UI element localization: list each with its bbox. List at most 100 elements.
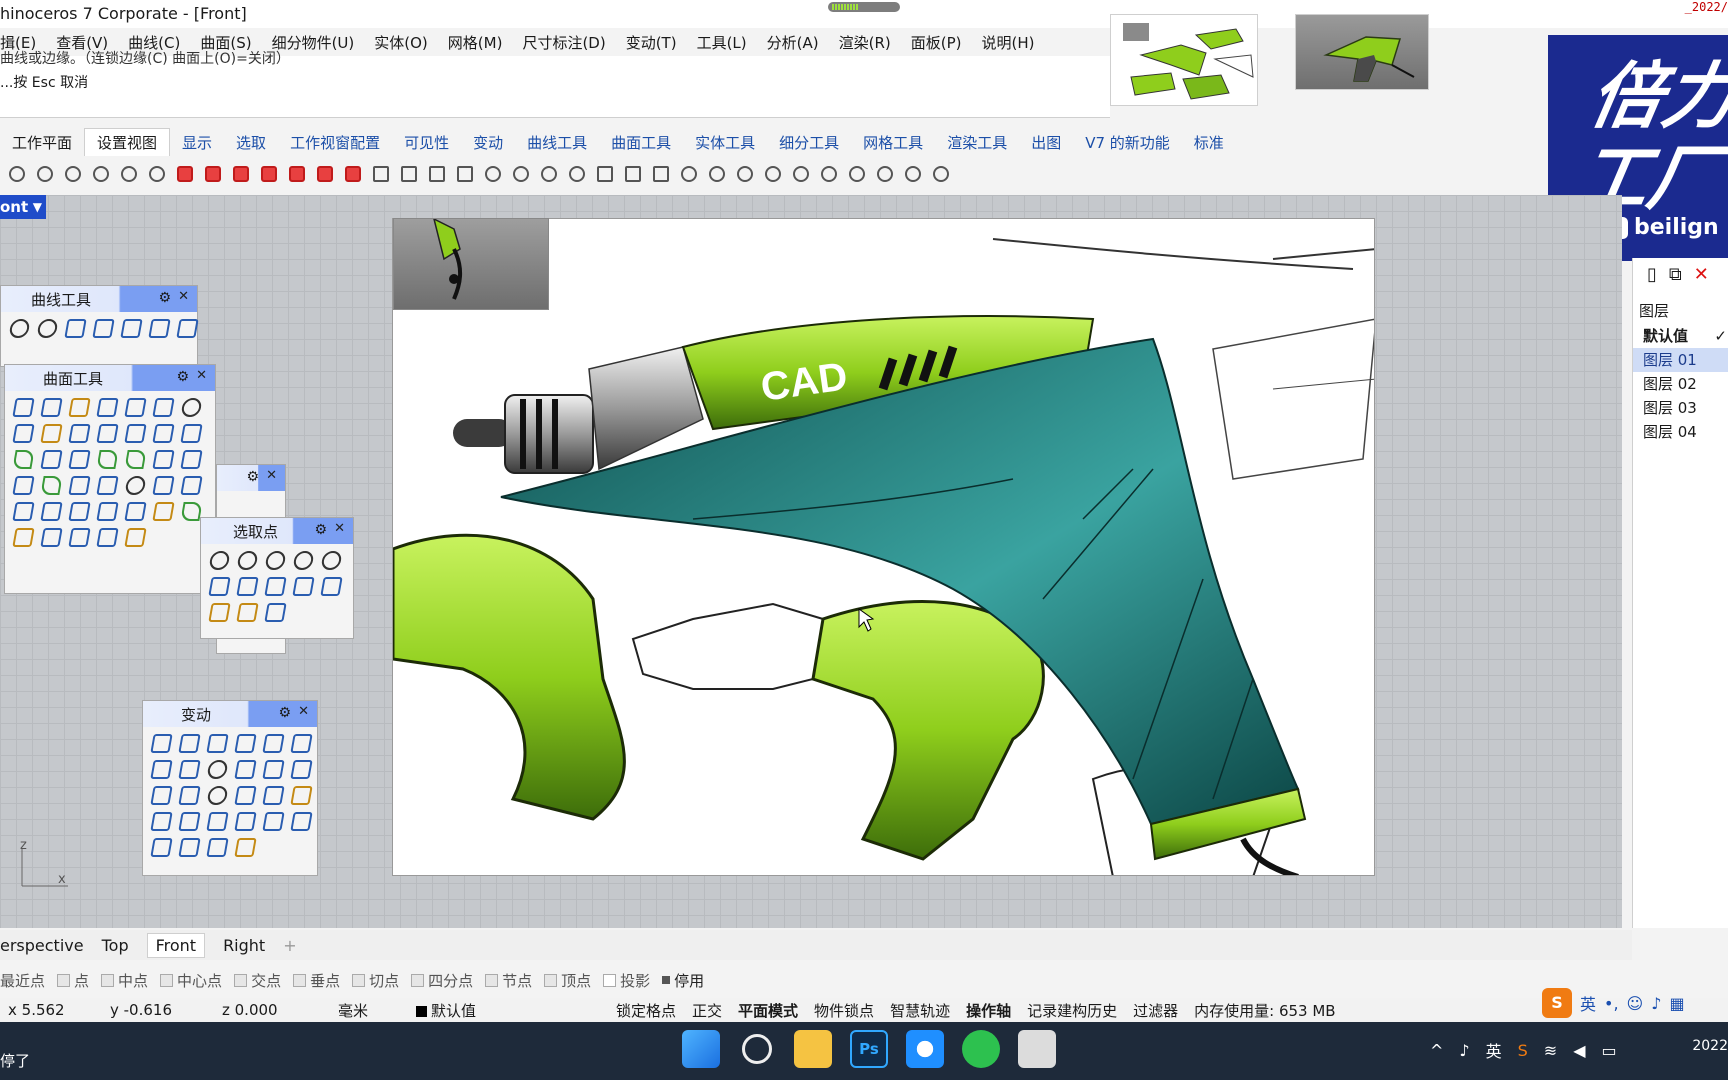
car-back-icon[interactable] [312,161,334,183]
cube-color-icon[interactable] [11,525,33,547]
person-select-icon[interactable] [39,473,61,495]
plan-view-icon[interactable] [368,161,390,183]
close-icon[interactable]: ✕ [178,289,189,304]
gear-icon[interactable]: ⚙ [278,705,291,721]
zoom-target-icon[interactable] [144,161,166,183]
select-arc-icon[interactable] [263,600,285,622]
tab-front[interactable]: Front [146,932,206,958]
arc-alt-icon[interactable] [35,316,57,338]
walkabout-icon[interactable] [872,161,894,183]
clock[interactable]: 2022 [1692,1038,1728,1054]
project-icon[interactable] [205,809,227,831]
stairs-icon[interactable] [67,525,89,547]
menu-mesh[interactable]: 网格(M) [448,32,503,53]
osnap-tan[interactable]: 切点 [352,970,399,991]
osnap-toggle[interactable]: 物件锁点 [806,1000,882,1021]
menu-solid[interactable]: 实体(O) [374,32,428,53]
tab-drafting[interactable]: 出图 [1019,129,1073,156]
copy-layer-icon[interactable]: ⧉ [1669,264,1682,285]
osnap-perp[interactable]: 垂点 [293,970,340,991]
dots-icon[interactable] [123,473,145,495]
symmetry-icon[interactable] [179,421,201,443]
layer-03[interactable]: 图层 03 [1633,396,1728,420]
polar-array-icon[interactable] [177,783,199,805]
volume-icon[interactable]: ◀ [1573,1041,1585,1060]
select-v-icon[interactable] [235,574,257,596]
rotate-cplane-icon[interactable] [704,161,726,183]
scale-icon[interactable] [205,757,227,779]
offset-curve-icon[interactable] [147,316,169,338]
camera-red-icon[interactable] [200,161,222,183]
menu-transform[interactable]: 变动(T) [626,32,677,53]
match-surface-icon[interactable] [151,395,173,417]
degree-icon[interactable] [179,447,201,469]
menu-render[interactable]: 渲染(R) [839,32,891,53]
close-icon[interactable]: ✕ [334,521,345,536]
box-view-icon[interactable] [620,161,642,183]
distribute-icon[interactable] [261,783,283,805]
tab-visibility[interactable]: 可见性 [392,129,461,156]
axis-icon[interactable] [592,161,614,183]
move-cplane-icon[interactable] [676,161,698,183]
split-surface-icon[interactable] [39,421,61,443]
close-icon[interactable]: ✕ [298,704,309,719]
cube-view-icon[interactable] [648,161,670,183]
select-points-panel[interactable]: 选取点 ⚙ ✕ [200,517,354,639]
gumball[interactable]: 操作轴 [958,1000,1019,1021]
cylinder-icon[interactable] [179,473,201,495]
extend-surface-icon[interactable] [39,395,61,417]
cage-icon[interactable] [149,835,171,857]
curve-tools-header[interactable]: 曲线工具 ⚙ ✕ [1,286,197,312]
filter[interactable]: 过滤器 [1125,1000,1186,1021]
shrink-surface-icon[interactable] [67,421,89,443]
spiral-icon[interactable] [119,316,141,338]
chevron-up-icon[interactable]: ^ [1430,1041,1443,1060]
move-uvn-icon[interactable] [67,499,89,521]
osnap-disable[interactable]: 停用 [662,970,704,991]
select-points-icon[interactable] [207,548,229,570]
tab-right[interactable]: Right [223,936,265,955]
box-edit-icon[interactable] [289,731,311,753]
bend-icon[interactable] [261,757,283,779]
target-icon[interactable] [536,161,558,183]
remap-icon[interactable] [177,835,199,857]
smash-icon[interactable] [233,809,255,831]
menu-dimension[interactable]: 尺寸标注(D) [522,32,605,53]
menu-tools[interactable]: 工具(L) [697,32,747,53]
gear-icon[interactable]: ⚙ [176,369,189,385]
sun-icon[interactable] [900,161,922,183]
bridge-icon[interactable] [95,525,117,547]
merge-surface-icon[interactable] [179,395,201,417]
zoom-selected-icon[interactable] [60,161,82,183]
star-icon[interactable] [732,161,754,183]
browser-icon[interactable] [906,1030,944,1068]
frame-icon[interactable] [67,473,89,495]
target-dots-icon[interactable] [151,473,173,495]
inset-image[interactable] [393,217,549,310]
rebuild-surface-icon[interactable] [95,421,117,443]
new-layer-icon[interactable]: ▯ [1647,264,1657,285]
add-viewport-icon[interactable]: + [283,936,296,955]
dropdown-arrow-icon[interactable]: ▼ [33,195,42,219]
close-icon[interactable]: ✕ [266,468,277,483]
menu-panels[interactable]: 面板(P) [911,32,962,53]
command-input[interactable] [0,98,1110,118]
flow-along-curve-icon[interactable] [149,783,171,805]
osnap-point[interactable]: 点 [57,970,89,991]
offset-surface-icon[interactable] [95,395,117,417]
windows-start-icon[interactable] [682,1030,720,1068]
sweep-icon[interactable] [39,499,61,521]
rainbow-icon[interactable] [179,499,201,521]
named-cplane-icon[interactable] [424,161,446,183]
light-icon[interactable] [480,161,502,183]
battery-icon[interactable]: ▭ [1602,1041,1617,1060]
book-icon[interactable] [123,499,145,521]
copy-icon[interactable] [177,731,199,753]
tab-select[interactable]: 选取 [224,129,278,156]
tab-set-view[interactable]: 设置视图 [84,128,171,156]
keyboard-icon[interactable]: ▦ [1669,994,1684,1013]
close-icon[interactable]: ✕ [196,368,207,383]
layer-default[interactable]: 默认值 ✓ [1633,324,1728,348]
planar-mode[interactable]: 平面模式 [730,1000,806,1021]
orient-icon[interactable] [177,757,199,779]
